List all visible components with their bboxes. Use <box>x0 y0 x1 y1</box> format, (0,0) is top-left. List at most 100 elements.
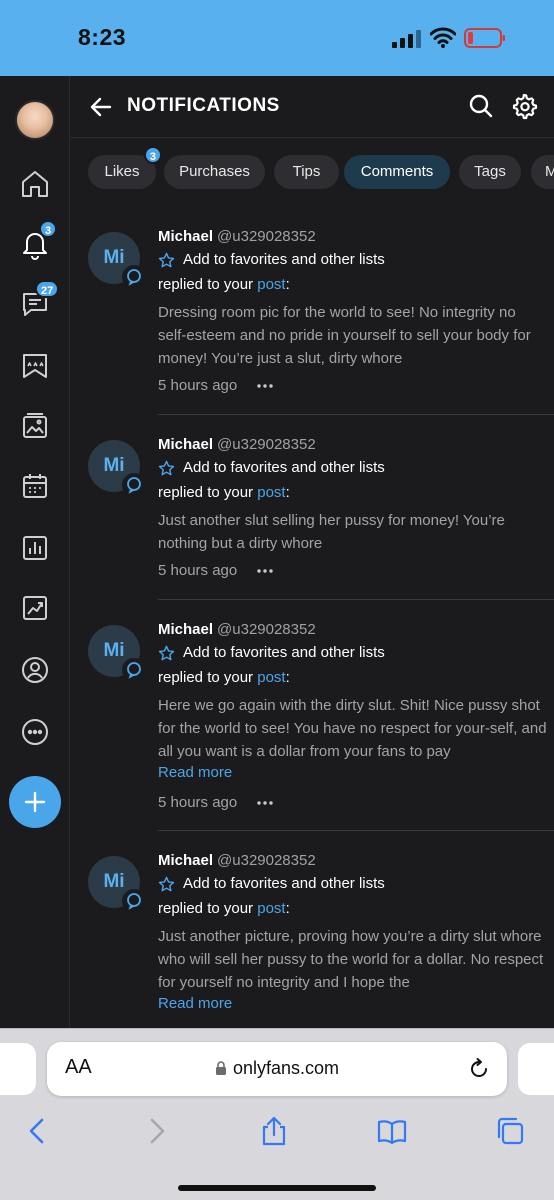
statistics-icon[interactable] <box>17 530 53 566</box>
reply-text: replied to your <box>158 669 254 686</box>
user-name[interactable]: Michael <box>158 852 213 869</box>
user-name[interactable]: Michael <box>158 621 213 638</box>
post-link[interactable]: post <box>257 900 285 917</box>
filter-tabs: Likes 3 Purchases Tips Comments Tags M <box>70 138 554 206</box>
add-post-button[interactable] <box>9 776 61 828</box>
user-avatar[interactable]: Mi <box>88 440 146 497</box>
post-link[interactable]: post <box>257 484 285 501</box>
divider <box>158 599 554 600</box>
browser-forward-icon[interactable] <box>140 1115 172 1147</box>
lock-icon <box>215 1061 226 1075</box>
status-bar: 8:23 <box>0 0 554 76</box>
user-handle[interactable]: @u329028352 <box>217 436 316 453</box>
tab-tags[interactable]: Tags <box>459 155 521 189</box>
page-title: NOTIFICATIONS <box>127 95 280 116</box>
reply-suffix: : <box>285 669 290 686</box>
sidebar: 3 27 <box>0 76 70 1028</box>
user-avatar[interactable]: Mi <box>88 232 146 289</box>
user-handle[interactable]: @u329028352 <box>217 228 316 245</box>
comment-bubble-icon <box>122 473 146 497</box>
user-handle[interactable]: @u329028352 <box>217 621 316 638</box>
reply-suffix: : <box>285 276 290 293</box>
tab-label: Comments <box>360 163 434 180</box>
user-name[interactable]: Michael <box>158 228 213 245</box>
analytics-icon[interactable] <box>17 590 53 626</box>
notification-content: Michael @u329028352 Add to favorites and … <box>158 226 548 397</box>
reload-icon[interactable] <box>467 1057 491 1081</box>
home-icon[interactable] <box>17 166 53 202</box>
tab-comments[interactable]: Comments <box>344 155 450 189</box>
url-text: onlyfans.com <box>232 1058 340 1078</box>
status-time: 8:23 <box>78 24 127 50</box>
tab-likes-badge: 3 <box>143 146 162 164</box>
messages-icon[interactable]: 27 <box>17 280 60 322</box>
tab-label: Tags <box>474 163 506 180</box>
star-icon <box>158 876 175 891</box>
search-icon[interactable] <box>468 93 494 119</box>
more-options-icon[interactable] <box>257 569 273 573</box>
read-more-link[interactable]: Read more <box>158 994 548 1014</box>
add-to-favorites-button[interactable]: Add to favorites and other lists <box>158 641 548 665</box>
vault-icon[interactable] <box>17 408 53 444</box>
home-indicator <box>178 1185 376 1191</box>
star-icon <box>158 645 175 660</box>
wifi-icon <box>430 27 456 48</box>
address-bar[interactable]: AA onlyfans.com <box>47 1042 507 1096</box>
read-more-link[interactable]: Read more <box>158 763 548 783</box>
previous-tab-card[interactable] <box>0 1043 36 1095</box>
add-to-favorites-button[interactable]: Add to favorites and other lists <box>158 456 548 480</box>
user-avatar[interactable]: Mi <box>88 625 146 682</box>
tab-label: Tips <box>292 163 321 180</box>
calendar-icon[interactable] <box>17 468 53 504</box>
timestamp: 5 hours ago <box>158 377 238 394</box>
more-icon[interactable] <box>17 714 53 750</box>
reply-text: replied to your <box>158 484 254 501</box>
messages-badge: 27 <box>35 280 60 298</box>
notification-feed[interactable]: Mi Michael @u329028352 Add to favorites a… <box>70 206 554 1028</box>
browser-back-icon[interactable] <box>22 1115 54 1147</box>
timestamp: 5 hours ago <box>158 794 238 811</box>
tab-more[interactable]: M <box>531 155 554 189</box>
add-to-favorites-button[interactable]: Add to favorites and other lists <box>158 248 548 272</box>
user-name[interactable]: Michael <box>158 436 213 453</box>
avatar-initials: Mi <box>103 247 125 268</box>
comment-bubble-icon <box>122 265 146 289</box>
comment-text: Just another picture, proving how you’re… <box>158 928 544 991</box>
cellular-signal-icon <box>392 30 421 48</box>
share-icon[interactable] <box>258 1115 290 1147</box>
more-options-icon[interactable] <box>257 384 273 388</box>
reply-suffix: : <box>285 900 290 917</box>
post-link[interactable]: post <box>257 276 285 293</box>
tab-tips[interactable]: Tips <box>274 155 339 189</box>
divider <box>158 830 554 831</box>
divider <box>158 414 554 415</box>
tabs-icon[interactable] <box>494 1115 526 1147</box>
user-handle[interactable]: @u329028352 <box>217 852 316 869</box>
next-tab-card[interactable] <box>518 1043 554 1095</box>
more-options-icon[interactable] <box>257 801 273 805</box>
avatar[interactable] <box>15 100 55 140</box>
user-avatar[interactable]: Mi <box>88 856 146 913</box>
notification-content: Michael @u329028352 Add to favorites and … <box>158 850 548 1014</box>
tab-likes[interactable]: Likes 3 <box>88 146 162 189</box>
gear-icon[interactable] <box>510 92 538 120</box>
notification-content: Michael @u329028352 Add to favorites and … <box>158 434 548 582</box>
notification-badge: 3 <box>39 220 58 238</box>
bookmarks-icon[interactable] <box>376 1115 408 1147</box>
avatar-initials: Mi <box>103 871 125 892</box>
tab-purchases[interactable]: Purchases <box>164 155 265 189</box>
favorites-label: Add to favorites and other lists <box>183 459 385 476</box>
reply-suffix: : <box>285 484 290 501</box>
profile-icon[interactable] <box>17 652 53 688</box>
post-link[interactable]: post <box>257 669 285 686</box>
comment-bubble-icon <box>122 889 146 913</box>
add-to-favorites-button[interactable]: Add to favorites and other lists <box>158 872 548 896</box>
url-display[interactable]: onlyfans.com <box>47 1058 507 1079</box>
back-arrow-icon[interactable] <box>88 94 114 120</box>
collections-icon[interactable] <box>17 348 53 384</box>
star-icon <box>158 460 175 475</box>
bell-icon[interactable]: 3 <box>17 220 58 262</box>
plus-icon <box>24 791 46 813</box>
reply-text: replied to your <box>158 276 254 293</box>
tab-label: M <box>545 163 554 180</box>
